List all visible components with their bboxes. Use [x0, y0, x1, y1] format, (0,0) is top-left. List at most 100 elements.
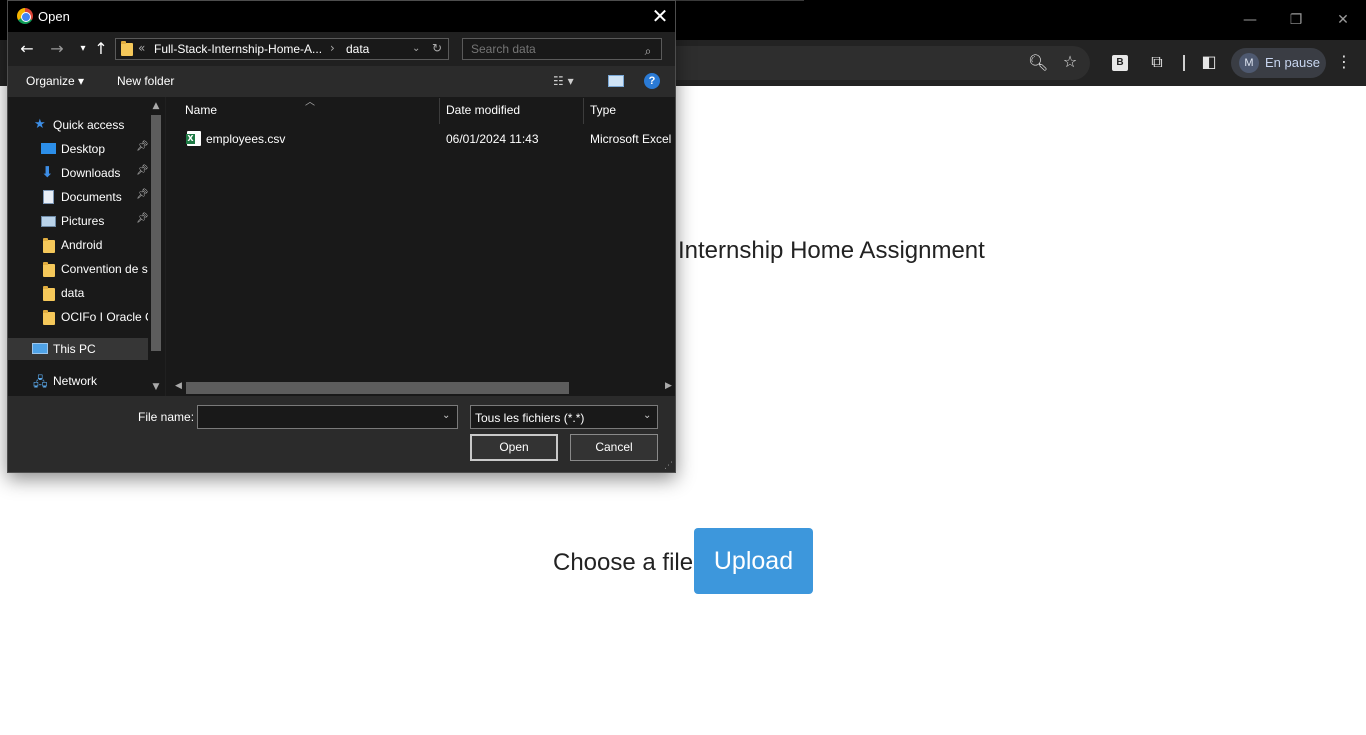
refresh-icon[interactable]: ↻ [432, 41, 442, 55]
toolbar-separator [1183, 55, 1185, 71]
view-options-icon[interactable]: ☷ ▾ [553, 74, 574, 88]
documents-icon [43, 190, 54, 204]
sidebar-item-this-pc[interactable]: This PC [8, 338, 148, 360]
sidebar-item-label: Quick access [53, 118, 125, 132]
sidebar-item-label: Downloads [61, 166, 121, 180]
star-icon: ★ [34, 116, 46, 131]
sidebar-item-data[interactable]: data [8, 282, 148, 304]
cancel-button[interactable]: Cancel [570, 434, 658, 461]
avatar: M [1239, 53, 1259, 73]
breadcrumb-separator-icon: › [330, 41, 335, 55]
sidebar-item-label: OCIFo I Oracle C [61, 310, 148, 324]
scrollbar-thumb[interactable] [186, 382, 569, 394]
sort-ascending-icon: ︿ [305, 97, 315, 108]
sidebar-item-label: Desktop [61, 142, 106, 156]
scroll-down-icon[interactable]: ▼ [150, 382, 162, 392]
open-button[interactable]: Open [470, 434, 558, 461]
resize-grip-icon[interactable]: ⋰ [664, 461, 673, 471]
file-type-chevron-icon[interactable]: ⌄ [643, 410, 651, 421]
side-panel-icon[interactable]: ◧ [1199, 52, 1219, 72]
file-name-label: File name: [138, 410, 195, 424]
breadcrumb-overflow[interactable]: « [138, 41, 145, 55]
organize-menu-button[interactable]: Organize ▾ [26, 74, 84, 88]
dialog-close-button[interactable]: ✕ [648, 4, 672, 28]
sidebar-item-ocifo[interactable]: OCIFo I Oracle C [8, 306, 148, 328]
preview-pane-icon[interactable] [608, 75, 624, 87]
scroll-up-icon[interactable]: ▲ [150, 101, 162, 111]
navigation-scrollbar[interactable]: ▲ ▼ [148, 97, 164, 396]
folder-icon [121, 41, 133, 56]
breadcrumb-parent-folder[interactable]: Full-Stack-Internship-Home-A... [154, 42, 322, 56]
sidebar-item-documents[interactable]: Documents 📌︎ [8, 186, 148, 208]
column-divider[interactable] [583, 98, 584, 124]
sidebar-item-convention[interactable]: Convention de s [8, 258, 148, 280]
search-input[interactable] [462, 38, 662, 60]
folder-icon [43, 262, 55, 277]
address-dropdown-chevron-icon[interactable]: ⌄ [412, 43, 420, 54]
sidebar-item-desktop[interactable]: Desktop 📌︎ [8, 138, 148, 160]
file-name-dropdown-chevron-icon[interactable]: ⌄ [442, 410, 450, 421]
sidebar-item-android[interactable]: Android [8, 234, 148, 256]
sidebar-item-label: Android [61, 238, 103, 252]
excel-file-icon [186, 131, 201, 146]
choose-file-label: Choose a file: [553, 549, 700, 576]
dialog-titlebar [8, 1, 675, 32]
bookmark-star-icon[interactable]: ☆ [1060, 52, 1080, 72]
browser-menu-icon[interactable]: ⋮ [1334, 52, 1354, 72]
sidebar-item-label: Convention de s [61, 262, 148, 276]
sidebar-item-pictures[interactable]: Pictures 📌︎ [8, 210, 148, 232]
sidebar-item-label: data [61, 286, 85, 300]
file-list-horizontal-scrollbar[interactable]: ◀ ▶ [173, 380, 675, 396]
up-folder-arrow-icon[interactable]: ↑ [90, 38, 112, 60]
pin-icon: 📌︎ [136, 165, 148, 176]
breadcrumb-current-folder[interactable]: data [346, 42, 369, 56]
close-window-button[interactable]: ✕ [1320, 8, 1366, 32]
search-icon: ⌕ [644, 44, 652, 58]
sidebar-item-label: This PC [53, 342, 96, 356]
extension-b-icon[interactable]: B [1112, 55, 1128, 71]
page-title: Internship Home Assignment [678, 237, 985, 264]
restore-window-button[interactable]: ❐ [1273, 8, 1319, 32]
scroll-right-icon[interactable]: ▶ [665, 381, 672, 391]
profile-status-label: En pause [1265, 55, 1320, 70]
sidebar-item-downloads[interactable]: ⬇ Downloads 📌︎ [8, 162, 148, 184]
network-icon: 🖧︎ [33, 375, 48, 390]
upload-button[interactable]: Upload [694, 528, 813, 594]
breadcrumb[interactable]: « Full-Stack-Internship-Home-A... › data… [115, 38, 449, 60]
download-icon: ⬇ [41, 163, 54, 181]
file-name-field[interactable] [197, 405, 458, 429]
sidebar-item-quick-access[interactable]: ★ Quick access [8, 114, 148, 136]
file-name-cell[interactable]: employees.csv [206, 132, 426, 146]
minimize-window-button[interactable]: — [1227, 8, 1273, 32]
file-type-cell[interactable]: Microsoft Excel [590, 132, 675, 146]
file-date-cell[interactable]: 06/01/2024 11:43 [446, 132, 576, 146]
pin-icon: 📌︎ [136, 141, 148, 152]
sidebar-item-label: Documents [61, 190, 122, 204]
sidebar-item-network[interactable]: 🖧︎ Network [8, 370, 148, 392]
help-icon[interactable]: ? [644, 73, 660, 89]
dialog-title: Open [38, 9, 70, 24]
column-header-type[interactable]: Type [590, 103, 616, 117]
chrome-logo-icon [17, 8, 33, 24]
scrollbar-thumb[interactable] [151, 115, 161, 351]
pin-icon: 📌︎ [136, 189, 148, 200]
column-header-name[interactable]: Name [185, 103, 217, 117]
scroll-left-icon[interactable]: ◀ [175, 381, 182, 391]
folder-icon [43, 310, 55, 325]
new-folder-button[interactable]: New folder [117, 74, 174, 88]
dialog-command-bar [8, 66, 675, 97]
open-file-dialog: Open ✕ ← → ▾ ↑ « Full-Stack-Internship-H… [7, 0, 676, 473]
pin-icon: 📌︎ [136, 213, 148, 224]
pictures-icon [41, 216, 56, 227]
column-divider[interactable] [439, 98, 440, 124]
zoom-icon[interactable]: 🔍︎ [1028, 53, 1048, 73]
extensions-puzzle-icon[interactable]: ⧉ [1146, 52, 1168, 72]
sidebar-item-label: Pictures [61, 214, 105, 228]
back-arrow-icon[interactable]: ← [16, 38, 38, 60]
folder-icon [43, 238, 55, 253]
folder-icon [43, 286, 55, 301]
forward-arrow-icon[interactable]: → [46, 38, 68, 60]
column-header-date-modified[interactable]: Date modified [446, 103, 520, 117]
sidebar-item-label: Network [53, 374, 98, 388]
file-type-select[interactable]: Tous les fichiers (*.*) [470, 405, 658, 429]
